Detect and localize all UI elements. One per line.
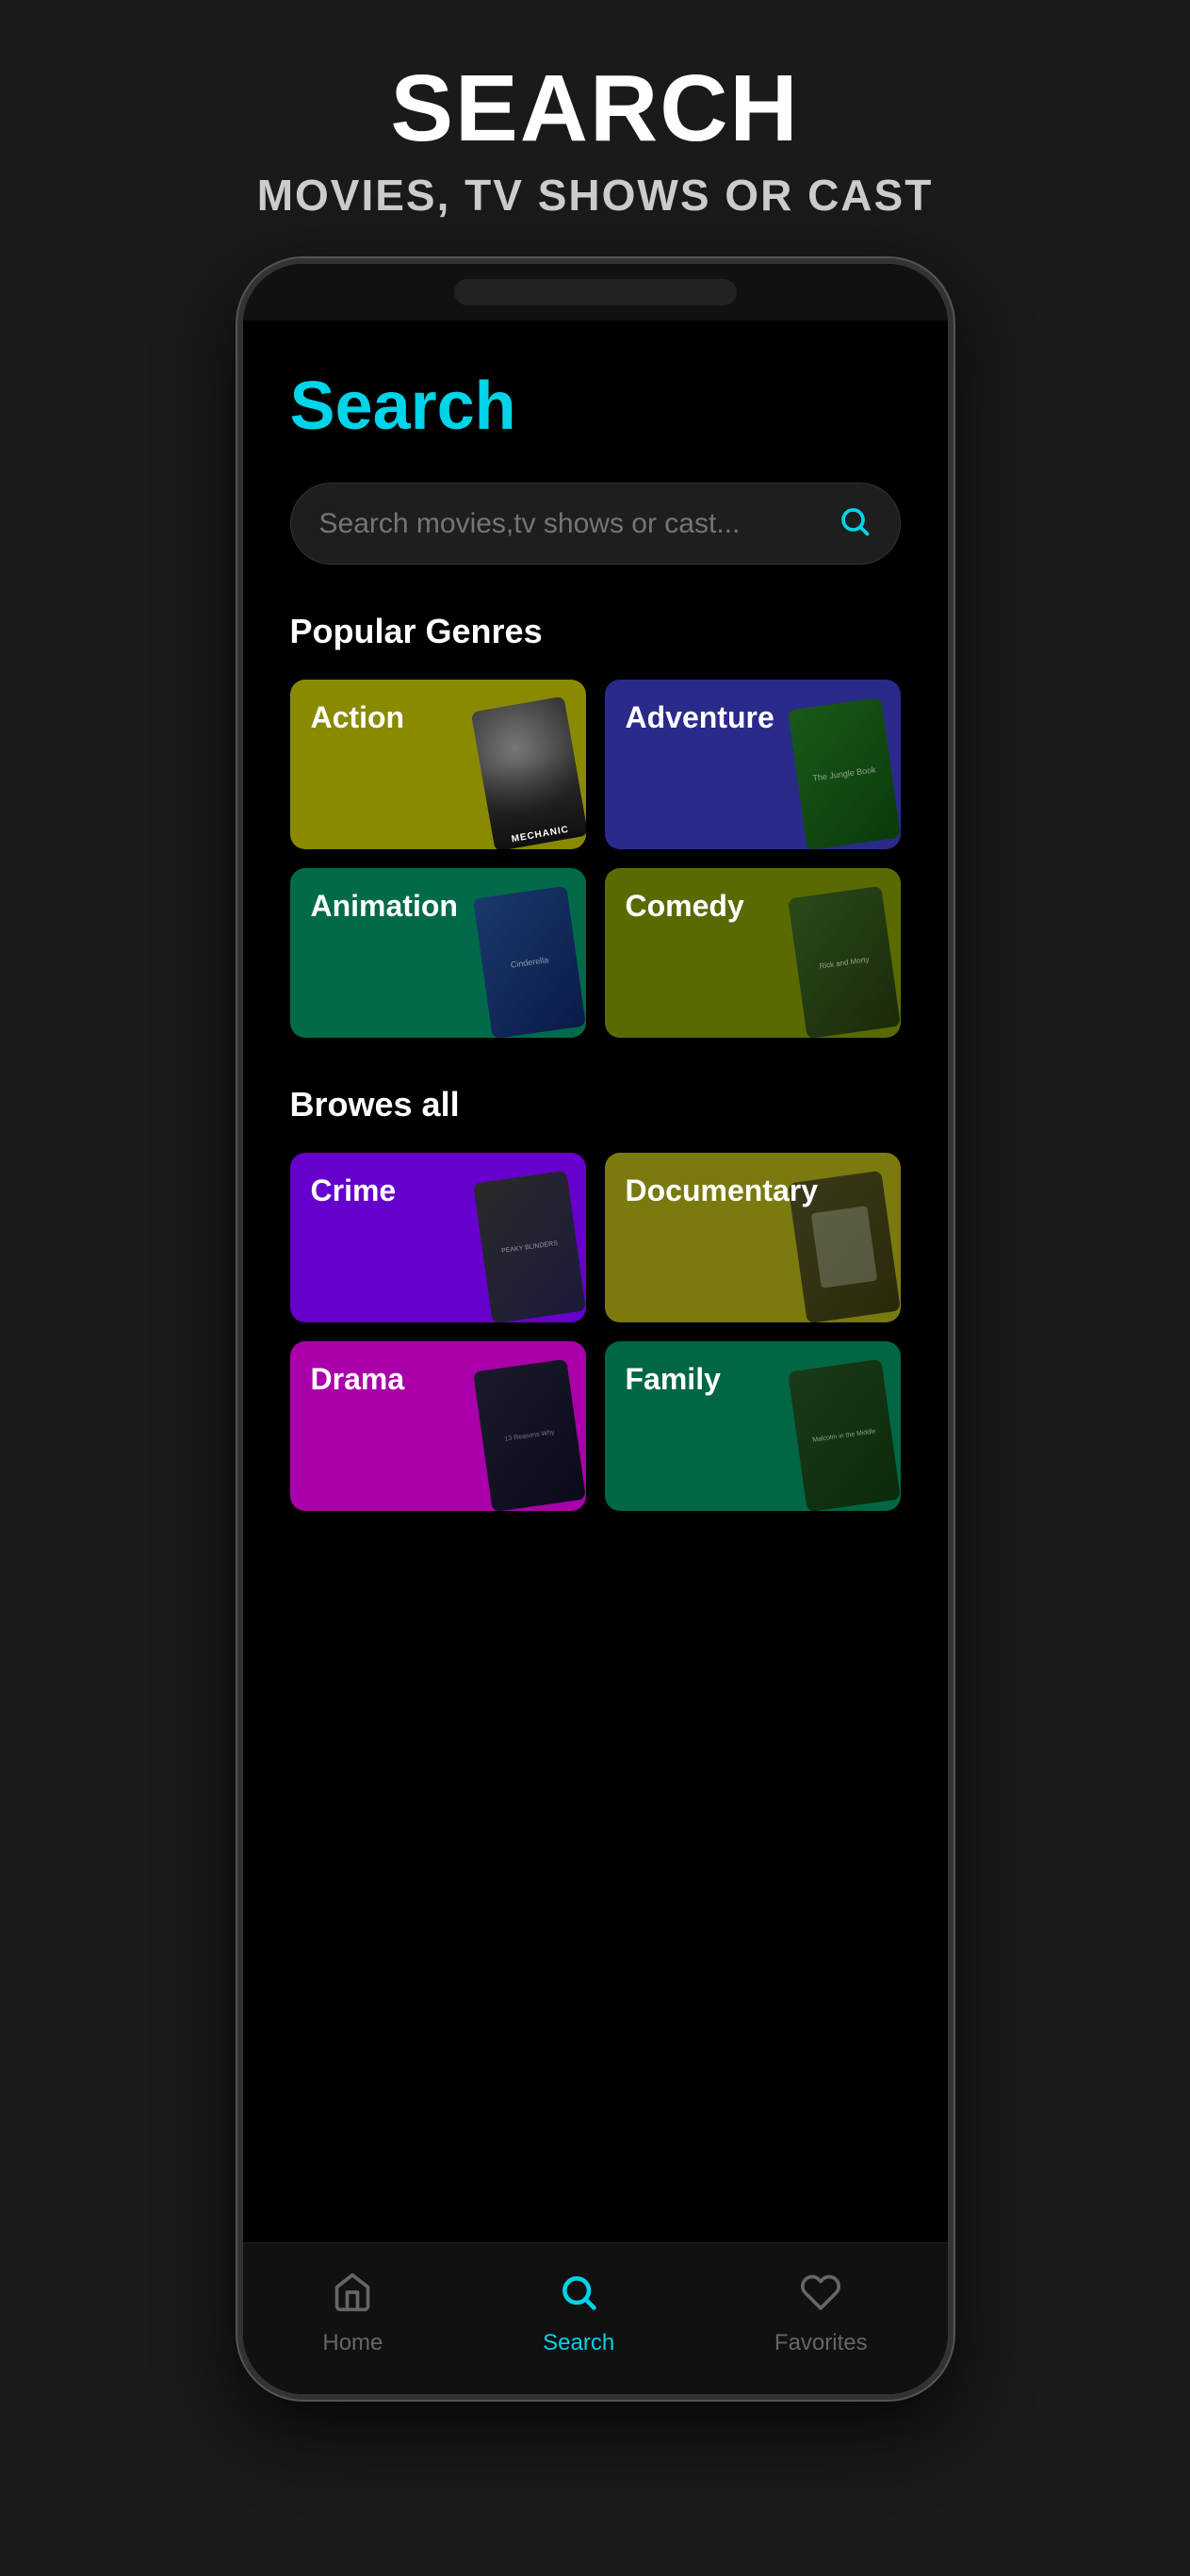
genre-art-family: Malcolm in the Middle xyxy=(788,1360,901,1511)
favorites-icon xyxy=(800,2272,841,2322)
browse-all-heading: Browes all xyxy=(290,1085,901,1124)
phone-frame: Search Popular Genres Action xyxy=(237,258,954,2400)
genre-label-animation: Animation xyxy=(311,889,458,924)
genre-card-comedy[interactable]: Comedy Rick and Morty xyxy=(605,868,901,1038)
nav-item-home[interactable]: Home xyxy=(285,2262,420,2366)
nav-label-search: Search xyxy=(543,2330,614,2356)
nav-label-favorites: Favorites xyxy=(774,2330,868,2356)
phone-screen: Search Popular Genres Action xyxy=(243,320,948,2394)
promo-subtitle: MOVIES, TV SHOWS OR CAST xyxy=(19,170,1171,221)
app-content: Search Popular Genres Action xyxy=(243,320,948,2242)
phone-notch xyxy=(243,264,948,320)
genre-art-drama: 13 Reasons Why xyxy=(473,1360,586,1511)
genre-card-crime[interactable]: Crime PEAKY BLINDERS xyxy=(290,1153,586,1322)
genre-card-adventure[interactable]: Adventure The Jungle Book xyxy=(605,680,901,849)
genre-art-adventure: The Jungle Book xyxy=(788,698,901,849)
promo-header: SEARCH MOVIES, TV SHOWS OR CAST xyxy=(0,0,1190,258)
genre-art-animation: Cinderella xyxy=(473,887,586,1038)
genre-art-crime: PEAKY BLINDERS xyxy=(473,1172,586,1322)
popular-genres-grid: Action MECHANIC Adventure The Jungle Boo… xyxy=(290,680,901,1038)
genre-label-comedy: Comedy xyxy=(626,889,744,924)
genre-label-crime: Crime xyxy=(311,1173,397,1208)
genre-label-documentary: Documentary xyxy=(626,1173,819,1208)
search-bar-container xyxy=(290,483,901,565)
search-nav-icon xyxy=(558,2272,599,2322)
page-title: Search xyxy=(290,368,901,445)
nav-label-home: Home xyxy=(322,2330,383,2356)
nav-item-search[interactable]: Search xyxy=(505,2262,652,2366)
popular-genres-heading: Popular Genres xyxy=(290,612,901,651)
notch-pill xyxy=(454,279,737,305)
promo-title: SEARCH xyxy=(19,57,1171,160)
genre-art-action: MECHANIC xyxy=(473,698,586,849)
genre-label-drama: Drama xyxy=(311,1362,405,1397)
search-icon[interactable] xyxy=(838,504,872,543)
genre-card-documentary[interactable]: Documentary xyxy=(605,1153,901,1322)
home-icon xyxy=(332,2272,373,2322)
genre-label-adventure: Adventure xyxy=(626,700,774,735)
genre-card-action[interactable]: Action MECHANIC xyxy=(290,680,586,849)
genre-label-family: Family xyxy=(626,1362,721,1397)
search-input[interactable] xyxy=(319,508,838,540)
genre-label-action: Action xyxy=(311,700,405,735)
browse-all-grid: Crime PEAKY BLINDERS Documentary xyxy=(290,1153,901,1511)
genre-card-drama[interactable]: Drama 13 Reasons Why xyxy=(290,1341,586,1511)
nav-item-favorites[interactable]: Favorites xyxy=(737,2262,905,2366)
genre-art-comedy: Rick and Morty xyxy=(788,887,901,1038)
genre-card-animation[interactable]: Animation Cinderella xyxy=(290,868,586,1038)
genre-card-family[interactable]: Family Malcolm in the Middle xyxy=(605,1341,901,1511)
bottom-nav: Home Search Favorites xyxy=(243,2242,948,2394)
